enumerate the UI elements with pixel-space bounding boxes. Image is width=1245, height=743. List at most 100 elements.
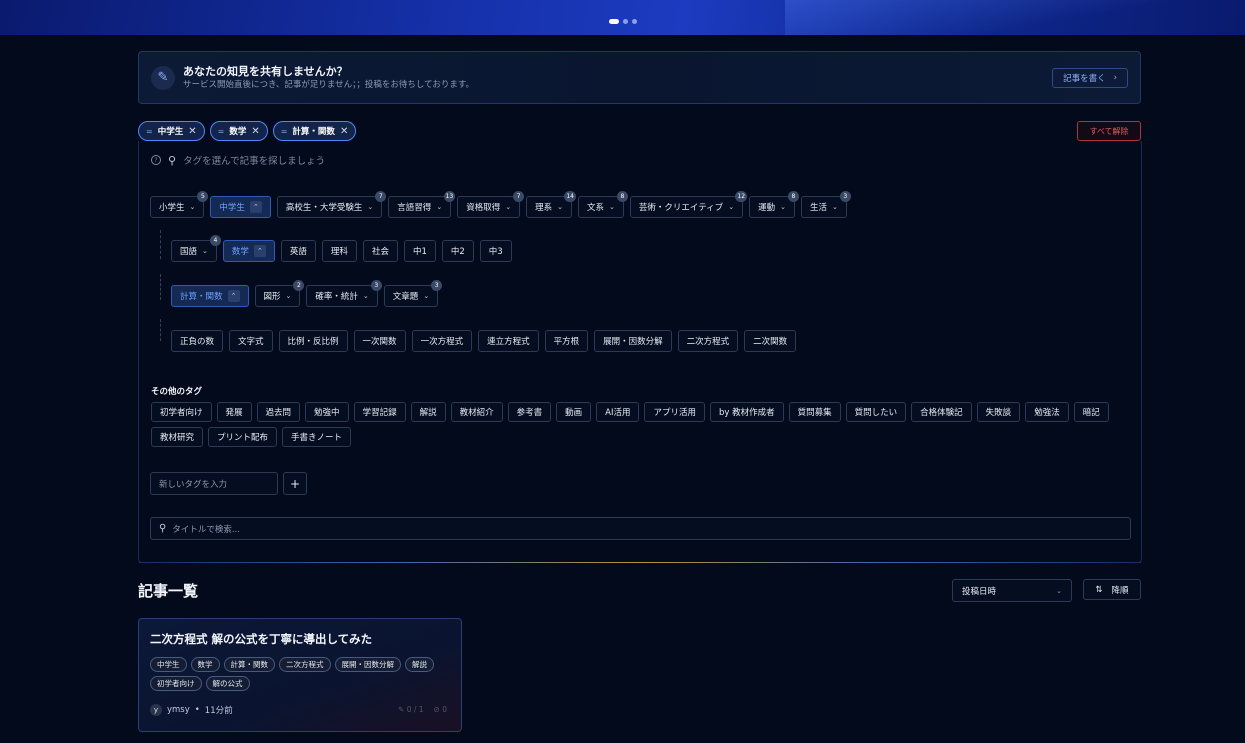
other-tag-chip[interactable]: 発展 <box>216 402 252 422</box>
other-tag-chip[interactable]: アプリ活用 <box>644 402 705 422</box>
selected-tag-chip[interactable]: = 中学生 ✕ <box>138 121 205 141</box>
topic-chip[interactable]: 平方根 <box>544 330 589 352</box>
article-title[interactable]: 二次方程式 解の公式を丁寧に導出してみた <box>150 631 450 647</box>
category-level2-chip[interactable]: 国語 ⌄ 4 <box>171 235 221 262</box>
clear-all-button[interactable]: すべて解除 <box>1077 121 1141 141</box>
category-level2-chip[interactable]: 中3 <box>479 240 512 262</box>
close-icon[interactable]: ✕ <box>251 126 259 137</box>
category-level1-chip[interactable]: 資格取得 ⌄ 7 <box>457 191 525 218</box>
sort-order-button[interactable]: ⇅ 降順 <box>1083 579 1141 600</box>
close-icon[interactable]: ✕ <box>188 126 196 137</box>
article-tag[interactable]: 二次方程式 <box>279 657 331 672</box>
topic-chip[interactable]: 二次関数 <box>744 330 797 352</box>
other-tag-chip[interactable]: 過去問 <box>256 402 301 422</box>
tag-filter-panel: ? ⚲ タグを選んで記事を探しましょう 小学生 ⌄ 5 中学生 ⌃ 高校生・大学受験生 ⌄ 7… <box>138 141 1142 563</box>
topic-chip[interactable]: 正負の数 <box>171 330 224 352</box>
article-tag[interactable]: 展開・因数分解 <box>334 657 401 672</box>
other-tag-chip[interactable]: 失敗談 <box>976 402 1021 422</box>
selected-tag-chip[interactable]: = 計算・関数 ✕ <box>272 121 357 141</box>
bookmark-count[interactable]: ⊘ 0 <box>434 705 447 714</box>
title-search-input[interactable]: ⚲ タイトルで検索... <box>150 517 1131 540</box>
other-tag-chip[interactable]: 暗記 <box>1073 402 1109 422</box>
topic-chip[interactable]: 文字式 <box>229 330 273 352</box>
avatar[interactable]: y <box>150 704 162 716</box>
chevron-right-icon: › <box>1113 72 1117 83</box>
topic-chip[interactable]: 比例・反比例 <box>278 330 348 352</box>
category-level3-chip[interactable]: 計算・関数 ⌃ <box>171 285 249 307</box>
category-level2-chip[interactable]: 中2 <box>441 240 474 262</box>
article-tag[interactable]: 計算・関数 <box>223 657 275 672</box>
author-name[interactable]: ymsy <box>167 705 190 715</box>
category-level2-chip[interactable]: 社会 <box>362 240 398 262</box>
topic-chip[interactable]: 連立方程式 <box>478 330 539 352</box>
article-tag[interactable]: 数学 <box>190 657 220 672</box>
other-tag-chip[interactable]: 解説 <box>410 402 446 422</box>
count-badge: 5 <box>197 191 209 202</box>
close-icon[interactable]: ✕ <box>340 126 348 137</box>
article-card[interactable]: 二次方程式 解の公式を丁寧に導出してみた 中学生 数学 計算・関数 二次方程式 展開・因… <box>138 618 462 732</box>
chevron-down-icon: ⌄ <box>831 203 838 211</box>
category-level1-chip[interactable]: 理系 ⌄ 14 <box>526 191 576 218</box>
carousel-dot[interactable] <box>631 19 637 24</box>
other-tag-chip[interactable]: 学習記録 <box>353 402 406 422</box>
article-tag[interactable]: 解の公式 <box>205 676 250 691</box>
other-tag-chip[interactable]: プリント配布 <box>208 427 278 447</box>
article-tag[interactable]: 初学者向け <box>150 676 202 691</box>
like-count[interactable]: ✎ 0 / 1 <box>398 705 424 714</box>
category-level2-label: 数学 <box>231 247 249 257</box>
other-tag-chip[interactable]: 参考書 <box>507 402 552 422</box>
bookmark-count-value: 0 <box>442 705 447 714</box>
add-tag-button[interactable]: + <box>283 472 307 495</box>
category-level2-chip[interactable]: 理科 <box>321 240 357 262</box>
other-tag-chip[interactable]: 教材研究 <box>151 427 204 447</box>
category-level1-chip[interactable]: 中学生 ⌃ <box>210 196 271 218</box>
category-level1-chip[interactable]: 文系 ⌄ 8 <box>577 191 628 218</box>
category-level1-chip[interactable]: 高校生・大学受験生 ⌄ 7 <box>276 191 387 218</box>
tree-line <box>160 274 161 300</box>
other-tags-title: その他のタグ <box>151 387 203 397</box>
article-meta: y ymsy • 11分前 <box>150 704 233 716</box>
other-tag-chip[interactable]: 動画 <box>556 402 592 422</box>
article-tag[interactable]: 解説 <box>405 657 434 672</box>
category-level1-label: 生活 <box>809 203 827 213</box>
other-tag-chip[interactable]: 初学者向け <box>151 402 212 422</box>
article-tag[interactable]: 中学生 <box>150 657 187 672</box>
topic-chip[interactable]: 一次方程式 <box>411 330 473 352</box>
chevron-down-icon: ⌄ <box>1056 586 1062 595</box>
tag-search[interactable]: ? ⚲ タグを選んで記事を探しましょう <box>151 153 325 167</box>
topic-chip[interactable]: 展開・因数分解 <box>594 330 672 352</box>
new-tag-input[interactable]: 新しいタグを入力 <box>150 472 278 495</box>
category-level2-chip[interactable]: 中1 <box>403 240 436 262</box>
category-level1-chip[interactable]: 芸術・クリエイティブ ⌄ 12 <box>629 191 748 218</box>
category-level3-chip[interactable]: 文章題 ⌄ 3 <box>383 280 443 307</box>
sort-select[interactable]: 投稿日時 ⌄ <box>952 579 1072 602</box>
other-tag-chip[interactable]: 勉強法 <box>1025 402 1069 422</box>
carousel-dot[interactable] <box>622 19 628 24</box>
help-icon[interactable]: ? <box>151 155 161 165</box>
category-level3-chip[interactable]: 確率・統計 ⌄ 3 <box>306 280 382 307</box>
other-tag-chip[interactable]: by 教材作成者 <box>709 402 784 422</box>
selected-tag-chip[interactable]: = 数学 ✕ <box>209 121 268 141</box>
category-level1-chip[interactable]: 小学生 ⌄ 5 <box>150 191 209 218</box>
topic-chip[interactable]: 二次方程式 <box>677 330 739 352</box>
pencil-icon: ✎ <box>398 705 407 714</box>
other-tag-chip[interactable]: 質問募集 <box>788 402 841 422</box>
category-level1-chip[interactable]: 生活 ⌄ 3 <box>800 191 851 218</box>
other-tag-chip[interactable]: 質問したい <box>845 402 907 422</box>
topic-chip[interactable]: 一次関数 <box>353 330 406 352</box>
equals-icon: = <box>146 126 153 136</box>
category-level1-chip[interactable]: 運動 ⌄ 8 <box>749 191 799 218</box>
other-tag-chip[interactable]: AI活用 <box>596 402 640 422</box>
category-level3-chip[interactable]: 図形 ⌄ 2 <box>254 280 305 307</box>
write-article-button[interactable]: 記事を書く › <box>1052 67 1128 88</box>
other-tag-chip[interactable]: 教材紹介 <box>450 402 503 422</box>
other-tag-chip[interactable]: 合格体験記 <box>911 402 972 422</box>
category-level2-chip[interactable]: 数学 ⌃ <box>222 240 275 262</box>
hero-carousel <box>0 0 1245 35</box>
other-tag-chip[interactable]: 勉強中 <box>305 402 349 422</box>
category-level1-chip[interactable]: 言語習得 ⌄ 13 <box>388 191 456 218</box>
carousel-dot[interactable] <box>608 19 619 24</box>
category-level2-label: 理科 <box>330 247 348 257</box>
category-level2-chip[interactable]: 英語 <box>280 240 316 262</box>
other-tag-chip[interactable]: 手書きノート <box>282 427 352 447</box>
